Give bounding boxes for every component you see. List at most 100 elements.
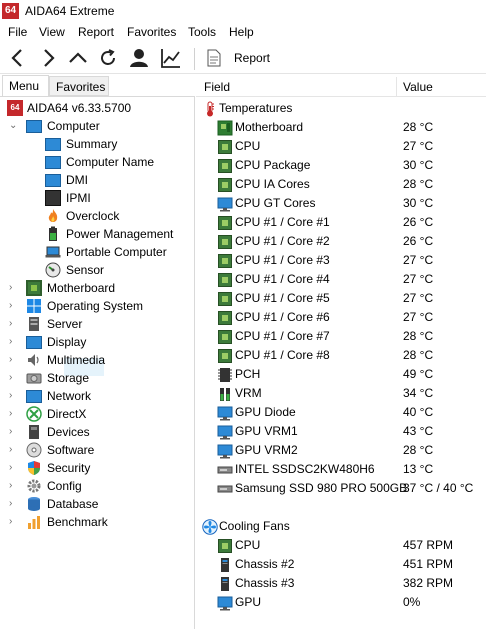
tree-software[interactable]: › Software [0, 441, 190, 459]
gpu-icon [217, 424, 233, 440]
chevron-right-icon[interactable]: › [9, 333, 19, 351]
sensor-row[interactable]: CPU #1 / Core #8 28 °C [196, 346, 486, 365]
sensor-value: 49 °C [403, 367, 434, 381]
chevron-right-icon[interactable]: › [9, 477, 19, 495]
sensor-field: CPU #1 / Core #3 [235, 253, 330, 267]
menu-report[interactable]: Report [78, 25, 114, 39]
menu-favorites[interactable]: Favorites [127, 25, 176, 39]
tree-security[interactable]: › Security [0, 459, 190, 477]
benchmark-icon [28, 516, 40, 529]
tree-item-label: Power Management [66, 227, 174, 241]
column-divider[interactable] [396, 77, 397, 97]
menu-tools[interactable]: Tools [188, 25, 216, 39]
tree-operating-system[interactable]: › Operating System [0, 297, 190, 315]
gpu-icon [217, 595, 233, 611]
tree-benchmark[interactable]: › Benchmark [0, 513, 190, 531]
tree-multimedia[interactable]: › Multimedia [0, 351, 190, 369]
chevron-down-icon[interactable]: ⌄ [9, 117, 19, 135]
chevron-right-icon[interactable]: › [9, 315, 19, 333]
tree-item-power-management[interactable]: Power Management [0, 225, 190, 243]
sensor-row[interactable]: GPU Diode 40 °C [196, 403, 486, 422]
tree-item-dmi[interactable]: DMI [0, 171, 190, 189]
menu-view[interactable]: View [39, 25, 65, 39]
tree-storage[interactable]: › Storage [0, 369, 190, 387]
navigation-tree: 64 AIDA64 v6.33.5700 ⌄ Computer Summary … [0, 96, 195, 629]
tree-devices[interactable]: › Devices [0, 423, 190, 441]
tree-item-portable-computer[interactable]: Portable Computer [0, 243, 190, 261]
tree-root[interactable]: 64 AIDA64 v6.33.5700 [0, 99, 190, 117]
tab-menu[interactable]: Menu [2, 75, 49, 96]
chevron-right-icon[interactable]: › [9, 495, 19, 513]
chevron-right-icon[interactable]: › [9, 387, 19, 405]
tree-display[interactable]: › Display [0, 333, 190, 351]
tree-item-sensor[interactable]: Sensor [0, 261, 190, 279]
chevron-right-icon[interactable]: › [9, 441, 19, 459]
tree-item-ipmi[interactable]: IPMI [0, 189, 190, 207]
menu-file[interactable]: File [8, 25, 27, 39]
aida64-logo-icon: 64 [2, 3, 19, 19]
report-button[interactable]: Report [207, 46, 277, 70]
sensor-row[interactable]: INTEL SSDSC2KW480H6 13 °C [196, 460, 486, 479]
sensor-row[interactable]: PCH 49 °C [196, 365, 486, 384]
tree-network[interactable]: › Network [0, 387, 190, 405]
sensor-row[interactable]: CPU #1 / Core #4 27 °C [196, 270, 486, 289]
sensor-row[interactable]: CPU #1 / Core #1 26 °C [196, 213, 486, 232]
chevron-right-icon[interactable]: › [9, 513, 19, 531]
chevron-right-icon[interactable]: › [9, 369, 19, 387]
arrow-up-icon [69, 52, 87, 63]
pch-icon [217, 367, 233, 383]
chevron-right-icon[interactable]: › [9, 351, 19, 369]
sensor-row[interactable]: CPU #1 / Core #7 28 °C [196, 327, 486, 346]
sensor-row[interactable]: Motherboard 28 °C [196, 118, 486, 137]
tree-database[interactable]: › Database [0, 495, 190, 513]
tree-server[interactable]: › Server [0, 315, 190, 333]
network-icon [26, 390, 42, 403]
sensor-value: 28 °C [403, 443, 434, 457]
menu-help[interactable]: Help [229, 25, 254, 39]
sensor-row[interactable]: VRM 34 °C [196, 384, 486, 403]
windows-logo-icon [27, 299, 41, 313]
sensor-row[interactable]: GPU VRM1 43 °C [196, 422, 486, 441]
tree-directx[interactable]: › DirectX [0, 405, 190, 423]
column-field-header[interactable]: Field [204, 80, 230, 94]
tree-motherboard[interactable]: › Motherboard [0, 279, 190, 297]
sensor-row[interactable]: CPU #1 / Core #3 27 °C [196, 251, 486, 270]
sensor-row[interactable]: GPU VRM2 28 °C [196, 441, 486, 460]
tree-item-overclock[interactable]: Overclock [0, 207, 190, 225]
refresh-button[interactable] [96, 46, 120, 70]
chevron-right-icon[interactable]: › [9, 405, 19, 423]
back-button[interactable] [6, 46, 30, 70]
tree-computer-label: Computer [47, 119, 100, 133]
sensor-row[interactable]: CPU #1 / Core #2 26 °C [196, 232, 486, 251]
tree-item-computer-name[interactable]: Computer Name [0, 153, 190, 171]
sensor-row[interactable]: CPU GT Cores 30 °C [196, 194, 486, 213]
sensor-value: 26 °C [403, 234, 434, 248]
user-button[interactable] [127, 46, 151, 70]
up-button[interactable] [66, 46, 90, 70]
benchmark-chart-button[interactable] [159, 46, 183, 70]
sensor-row[interactable]: CPU #1 / Core #5 27 °C [196, 289, 486, 308]
chevron-right-icon[interactable]: › [9, 297, 19, 315]
sensor-row[interactable]: CPU #1 / Core #6 27 °C [196, 308, 486, 327]
sensor-row[interactable]: Chassis #2 451 RPM [196, 555, 486, 574]
sensor-row[interactable]: CPU Package 30 °C [196, 156, 486, 175]
chevron-right-icon[interactable]: › [9, 423, 19, 441]
sensor-row[interactable]: CPU 27 °C [196, 137, 486, 156]
sensor-row[interactable]: CPU 457 RPM [196, 536, 486, 555]
chevron-right-icon[interactable]: › [9, 279, 19, 297]
tree-computer[interactable]: ⌄ Computer [0, 117, 190, 135]
sensor-row[interactable]: Samsung SSD 980 PRO 500GB 37 °C / 40 °C [196, 479, 486, 498]
tree-item-summary[interactable]: Summary [0, 135, 190, 153]
forward-button[interactable] [36, 46, 60, 70]
sensor-value: 30 °C [403, 158, 434, 172]
chevron-right-icon[interactable]: › [9, 459, 19, 477]
cooling-fans-group-header: Cooling Fans [196, 517, 486, 536]
monitor-icon [45, 138, 61, 151]
tree-config[interactable]: › Config [0, 477, 190, 495]
tab-favorites[interactable]: Favorites [49, 76, 109, 96]
sensor-row[interactable]: GPU 0% [196, 593, 486, 612]
column-value-header[interactable]: Value [403, 80, 433, 94]
sensor-row[interactable]: Chassis #3 382 RPM [196, 574, 486, 593]
chip-icon [217, 158, 233, 174]
sensor-row[interactable]: CPU IA Cores 28 °C [196, 175, 486, 194]
